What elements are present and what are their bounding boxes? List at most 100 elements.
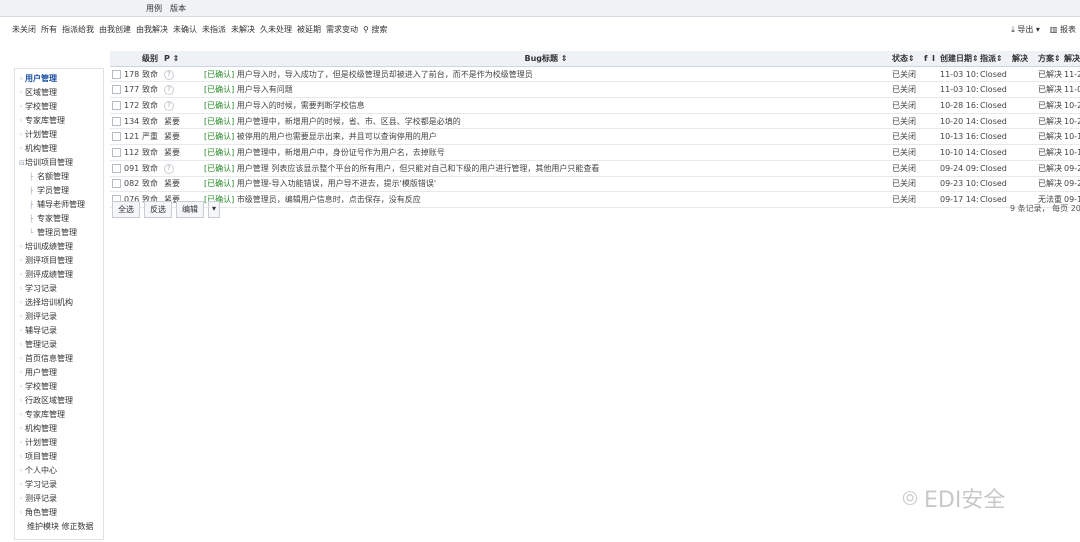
- sidebar-item-tutoring-records[interactable]: ◦ 辅导记录: [19, 325, 57, 337]
- sidebar-item-homepage-info[interactable]: ◦ 首页信息管理: [19, 353, 73, 365]
- bug-title-link[interactable]: 用户导入有问题: [237, 85, 293, 94]
- table-row[interactable]: 112 致命 紧要 [已确认] 用户管理中，新增用户中，身份证号作为用户名，去掉…: [110, 144, 1080, 161]
- sidebar-maintain-links[interactable]: 维护模块 修正数据: [27, 521, 94, 533]
- col-c1-header[interactable]: f: [922, 51, 930, 67]
- row-checkbox[interactable]: [112, 116, 121, 126]
- row-checkbox[interactable]: [112, 132, 121, 142]
- bug-id: 112: [124, 147, 140, 157]
- sidebar-item-user-mgmt[interactable]: ◦ 用户管理: [19, 73, 57, 85]
- sidebar-subitem-tutors[interactable]: ├ 辅导老师管理: [29, 199, 85, 211]
- bug-title-link[interactable]: 用户管理中，新增用户的时候，省、市、区县、学校都是必填的: [237, 117, 461, 126]
- sidebar-item-plan-mgmt-2[interactable]: ◦ 计划管理: [19, 437, 57, 449]
- col-assign-header[interactable]: 指派⇕: [978, 51, 1010, 67]
- bug-title-link[interactable]: 用户导入的时候，需要判断学校信息: [237, 101, 365, 110]
- sidebar-item-training-scores[interactable]: ◦ 培训成绩管理: [19, 241, 73, 253]
- sidebar-subitem-experts[interactable]: ├ 专家管理: [29, 213, 69, 225]
- filter-all[interactable]: 所有: [41, 24, 57, 35]
- col-solved-header[interactable]: 解决: [1062, 51, 1080, 67]
- export-button[interactable]: ⤓ 导出 ▾: [1011, 24, 1040, 35]
- col-created-header[interactable]: 创建日期⇕: [938, 51, 978, 67]
- table-row[interactable]: 082 致命 紧要 [已确认] 用户管理-导入功能错误，用户导不进去，提示'模版…: [110, 176, 1080, 193]
- sidebar-subitem-quota[interactable]: ├ 名额管理: [29, 171, 69, 183]
- table-row[interactable]: 091 致命 ? [已确认] 用户管理 列表应该显示整个平台的所有用户，但只能对…: [110, 160, 1080, 177]
- bug-title-link[interactable]: 用户导入时，导入成功了，但是校级管理员却被进入了前台，而不是作为校级管理员: [237, 70, 533, 79]
- menu-version[interactable]: 版本: [170, 3, 186, 14]
- col-status-header[interactable]: 状态⇕: [890, 51, 922, 67]
- filter-postponed[interactable]: 被延期: [297, 24, 321, 35]
- sidebar-item-mgmt-records[interactable]: ◦ 管理记录: [19, 339, 57, 351]
- batch-actions: 全选 反选 编辑 ▾: [112, 201, 221, 218]
- row-checkbox[interactable]: [112, 69, 121, 79]
- bug-title-link[interactable]: 用户管理中，新增用户中，身份证号作为用户名，去掉账号: [237, 148, 445, 157]
- filter-resolved-by-me[interactable]: 由我解决: [136, 24, 168, 35]
- menu-testcase[interactable]: 用例: [146, 3, 162, 14]
- row-checkbox[interactable]: [112, 179, 121, 189]
- bug-status: 已关闭: [890, 113, 922, 130]
- sidebar-item-expert-library[interactable]: ◦ 专家库管理: [19, 115, 65, 127]
- sidebar-item-role-mgmt[interactable]: ◦ 角色管理: [19, 507, 57, 519]
- row-checkbox[interactable]: [112, 147, 121, 157]
- sidebar-item-eval-records-2[interactable]: ◦ 测评记录: [19, 493, 57, 505]
- filter-unclosed[interactable]: 未关闭: [12, 24, 36, 35]
- batch-edit-button[interactable]: 编辑: [176, 201, 204, 218]
- sidebar-item-study-records-2[interactable]: ◦ 学习记录: [19, 479, 57, 491]
- sidebar-item-training-project[interactable]: ⊟培训项目管理: [19, 157, 73, 169]
- sidebar-item-study-records[interactable]: ◦ 学习记录: [19, 283, 57, 295]
- bug-solution: 已解决: [1036, 97, 1062, 114]
- bug-title-link[interactable]: 用户管理-导入功能错误，用户导不进去，提示'模版错误': [237, 179, 436, 188]
- table-row[interactable]: 178 致命 ? [已确认] 用户导入时，导入成功了，但是校级管理员却被进入了前…: [110, 66, 1080, 83]
- sidebar-item-org-mgmt-2[interactable]: ◦ 机构管理: [19, 423, 57, 435]
- filter-created-by-me[interactable]: 由我创建: [99, 24, 131, 35]
- bug-title-link[interactable]: 市级管理员，编辑用户信息时，点击保存，没有反应: [237, 195, 421, 204]
- filter-links: 未关闭 所有 指派给我 由我创建 由我解决 未确认 未指派 未解决 久未处理 被…: [12, 24, 387, 35]
- sidebar-subitem-students[interactable]: ├ 学员管理: [29, 185, 69, 197]
- col-solver-header[interactable]: 解决: [1010, 51, 1036, 67]
- sidebar-item-org-mgmt[interactable]: ◦ 机构管理: [19, 143, 57, 155]
- sidebar-item-admin-region[interactable]: ◦ 行政区域管理: [19, 395, 73, 407]
- sidebar-item-user-mgmt-2[interactable]: ◦ 用户管理: [19, 367, 57, 379]
- row-checkbox[interactable]: [112, 100, 121, 110]
- table-row[interactable]: 134 致命 紧要 [已确认] 用户管理中，新增用户的时候，省、市、区县、学校都…: [110, 113, 1080, 130]
- sidebar-item-plan-mgmt[interactable]: ◦ 计划管理: [19, 129, 57, 141]
- col-priority-header[interactable]: P ⇕: [162, 51, 202, 67]
- batch-edit-dropdown[interactable]: ▾: [208, 201, 221, 218]
- bug-assign: Closed: [978, 66, 1010, 83]
- filter-unresolved[interactable]: 未解决: [231, 24, 255, 35]
- table-row[interactable]: 172 致命 ? [已确认] 用户导入的时候，需要判断学校信息 已关闭 10-2…: [110, 97, 1080, 114]
- row-checkbox[interactable]: [112, 163, 121, 173]
- report-button[interactable]: ▥ 报表: [1050, 24, 1076, 35]
- table-row[interactable]: 177 致命 ? [已确认] 用户导入有问题 已关闭 11-03 10:4 Cl…: [110, 81, 1080, 99]
- filter-long-unhandled[interactable]: 久未处理: [260, 24, 292, 35]
- sidebar-item-school-mgmt-2[interactable]: ◦ 学校管理: [19, 381, 57, 393]
- table-row[interactable]: 121 严重 紧要 [已确认] 被停用的用户也需要显示出来，并且可以查询停用的用…: [110, 128, 1080, 146]
- filter-unconfirmed[interactable]: 未确认: [173, 24, 197, 35]
- sidebar-subitem-admins[interactable]: └ 管理员管理: [29, 227, 77, 239]
- bug-title-link[interactable]: 用户管理 列表应该显示整个平台的所有用户，但只能对自己和下级的用户进行管理，其他…: [237, 164, 600, 173]
- sidebar-item-select-institution[interactable]: ◦ 选择培训机构: [19, 297, 73, 309]
- filter-assigned-to-me[interactable]: 指派给我: [62, 24, 94, 35]
- sidebar-item-school-mgmt[interactable]: ◦ 学校管理: [19, 101, 57, 113]
- bug-assign: Closed: [978, 128, 1010, 146]
- invert-selection-button[interactable]: 反选: [144, 201, 172, 218]
- col-c2-header[interactable]: I: [930, 51, 938, 67]
- row-checkbox[interactable]: [112, 85, 121, 95]
- bug-title-link[interactable]: 被停用的用户也需要显示出来，并且可以查询停用的用户: [237, 132, 437, 141]
- col-title-header[interactable]: Bug标题 ⇕: [202, 51, 890, 67]
- sidebar-item-eval-scores[interactable]: ◦ 测评成绩管理: [19, 269, 73, 281]
- filter-unassigned[interactable]: 未指派: [202, 24, 226, 35]
- bug-severity: 致命: [140, 160, 162, 177]
- sidebar-item-project-mgmt[interactable]: ◦ 项目管理: [19, 451, 57, 463]
- sidebar-item-personal-center[interactable]: ◦ 个人中心: [19, 465, 57, 477]
- col-solution-header[interactable]: 方案⇕: [1036, 51, 1062, 67]
- sidebar-item-region-mgmt[interactable]: ◦ 区域管理: [19, 87, 57, 99]
- sidebar-item-eval-projects[interactable]: ◦ 测评项目管理: [19, 255, 73, 267]
- table-row[interactable]: 076 致命 紧要 [已确认] 市级管理员，编辑用户信息时，点击保存，没有反应 …: [110, 191, 1080, 208]
- select-all-button[interactable]: 全选: [112, 201, 140, 218]
- filter-search[interactable]: ⚲ 搜索: [363, 24, 387, 35]
- col-id-header[interactable]: [110, 51, 140, 67]
- filter-requirement-changed[interactable]: 需求变动: [326, 24, 358, 35]
- sidebar-item-eval-records[interactable]: ◦ 测评记录: [19, 311, 57, 323]
- chart-icon: ▥: [1049, 25, 1058, 34]
- col-severity-header[interactable]: 级别: [140, 51, 162, 67]
- sidebar-item-expert-library-2[interactable]: ◦ 专家库管理: [19, 409, 65, 421]
